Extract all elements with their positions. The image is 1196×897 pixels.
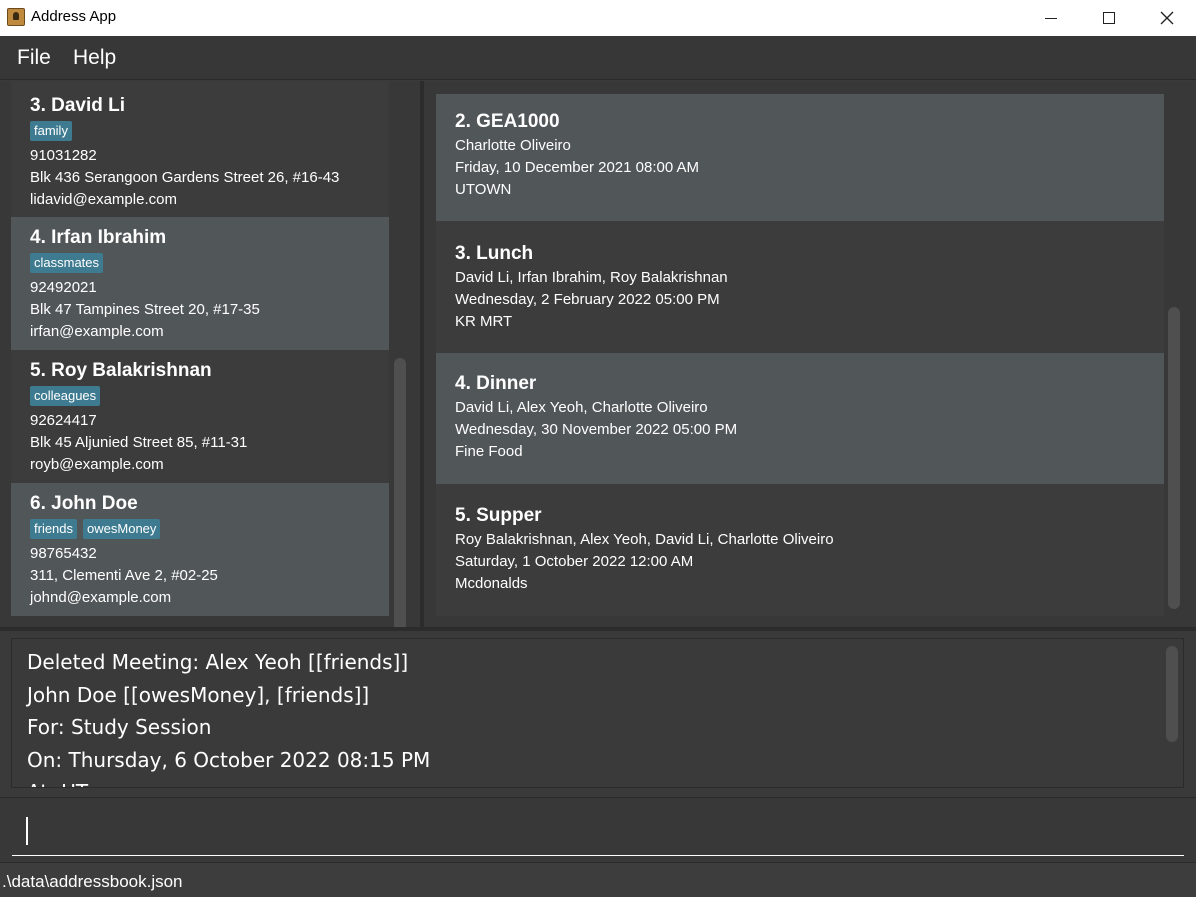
person-card[interactable]: 5. Roy Balakrishnan colleagues 92624417 …: [11, 350, 389, 483]
meeting-location: KR MRT: [455, 313, 513, 330]
tag-badge: owesMoney: [83, 519, 161, 539]
maximize-icon: [1103, 12, 1115, 24]
result-line: For: Study Session: [27, 715, 212, 739]
meeting-datetime: Wednesday, 30 November 2022 05:00 PM: [455, 421, 738, 438]
minimize-icon: [1045, 17, 1057, 19]
meeting-people: David Li, Alex Yeoh, Charlotte Oliveiro: [455, 399, 708, 416]
app-book-icon: [7, 8, 25, 26]
menu-bar: File Help: [0, 36, 1196, 80]
meeting-people: Roy Balakrishnan, Alex Yeoh, David Li, C…: [455, 531, 834, 548]
title-bar: Address App: [0, 0, 1196, 36]
result-display[interactable]: Deleted Meeting: Alex Yeoh [[friends]] J…: [11, 638, 1184, 788]
person-name: 3. David Li: [30, 95, 126, 116]
menu-help[interactable]: Help: [73, 46, 116, 70]
command-input[interactable]: [12, 806, 1184, 856]
person-name: 4. Irfan Ibrahim: [30, 227, 167, 248]
meeting-list-scrollbar[interactable]: [1168, 307, 1180, 609]
meeting-people: David Li, Irfan Ibrahim, Roy Balakrishna…: [455, 269, 728, 286]
person-phone: 91031282: [30, 147, 97, 164]
save-location-path: .\data\addressbook.json: [2, 872, 183, 891]
maximize-button[interactable]: [1080, 0, 1138, 36]
tag-badge: classmates: [30, 253, 104, 273]
meeting-title: 4. Dinner: [455, 373, 537, 394]
meeting-datetime: Saturday, 1 October 2022 12:00 AM: [455, 553, 694, 570]
person-card[interactable]: 6. John Doe friends owesMoney 98765432 31…: [11, 483, 389, 616]
result-line: John Doe [[owesMoney], [friends]]: [27, 683, 370, 707]
person-email: lidavid@example.com: [30, 191, 177, 208]
meeting-card[interactable]: 3. Lunch David Li, Irfan Ibrahim, Roy Ba…: [436, 221, 1164, 353]
panel-divider-horizontal[interactable]: [0, 627, 1196, 631]
person-phone: 92492021: [30, 279, 97, 296]
tag-badge: friends: [30, 519, 78, 539]
meeting-card[interactable]: 2. GEA1000 Charlotte Oliveiro Friday, 10…: [436, 94, 1164, 221]
window-title: Address App: [31, 8, 117, 25]
meeting-datetime: Friday, 10 December 2021 08:00 AM: [455, 159, 700, 176]
result-line: Deleted Meeting: Alex Yeoh [[friends]]: [27, 650, 409, 674]
close-button[interactable]: [1138, 0, 1196, 36]
person-email: irfan@example.com: [30, 323, 164, 340]
person-tags: family: [30, 121, 389, 145]
meeting-title: 5. Supper: [455, 505, 542, 526]
person-tags: classmates: [30, 253, 389, 277]
meeting-location: Mcdonalds: [455, 575, 528, 592]
person-name: 5. Roy Balakrishnan: [30, 360, 212, 381]
person-card[interactable]: 3. David Li family 91031282 Blk 436 Sera…: [11, 81, 389, 217]
meeting-people: Charlotte Oliveiro: [455, 137, 571, 154]
meeting-list-panel[interactable]: 2. GEA1000 Charlotte Oliveiro Friday, 10…: [424, 81, 1196, 627]
person-phone: 98765432: [30, 545, 97, 562]
person-email: johnd@example.com: [30, 589, 172, 606]
meeting-title: 2. GEA1000: [455, 111, 560, 132]
tag-badge: family: [30, 121, 72, 141]
person-name: 6. John Doe: [30, 493, 138, 514]
person-phone: 92624417: [30, 412, 97, 429]
result-line: At: UT: [27, 780, 88, 787]
person-tags: friends owesMoney: [30, 519, 389, 543]
person-tags: colleagues: [30, 386, 389, 410]
person-address: Blk 47 Tampines Street 20, #17-35: [30, 301, 260, 318]
command-box: [0, 797, 1196, 861]
meeting-card[interactable]: 5. Supper Roy Balakrishnan, Alex Yeoh, D…: [436, 484, 1164, 616]
meeting-datetime: Wednesday, 2 February 2022 05:00 PM: [455, 291, 720, 308]
person-email: royb@example.com: [30, 456, 164, 473]
meeting-card[interactable]: 4. Dinner David Li, Alex Yeoh, Charlotte…: [436, 353, 1164, 484]
result-line: On: Thursday, 6 October 2022 08:15 PM: [27, 748, 431, 772]
meeting-location: Fine Food: [455, 443, 523, 460]
person-card[interactable]: 4. Irfan Ibrahim classmates 92492021 Blk…: [11, 217, 389, 350]
tag-badge: colleagues: [30, 386, 101, 406]
result-scrollbar[interactable]: [1166, 646, 1178, 742]
meeting-location: UTOWN: [455, 181, 512, 198]
person-address: 311, Clementi Ave 2, #02-25: [30, 567, 218, 584]
person-address: Blk 436 Serangoon Gardens Street 26, #16…: [30, 169, 340, 186]
person-list-scrollbar[interactable]: [394, 358, 406, 627]
status-bar: .\data\addressbook.json: [0, 862, 1196, 897]
menu-file[interactable]: File: [17, 46, 51, 70]
person-list-panel[interactable]: 3. David Li family 91031282 Blk 436 Sera…: [0, 81, 420, 627]
person-address: Blk 45 Aljunied Street 85, #11-31: [30, 434, 248, 451]
meeting-title: 3. Lunch: [455, 243, 534, 264]
text-caret: [26, 817, 28, 845]
close-icon: [1160, 11, 1174, 25]
minimize-button[interactable]: [1022, 0, 1080, 36]
